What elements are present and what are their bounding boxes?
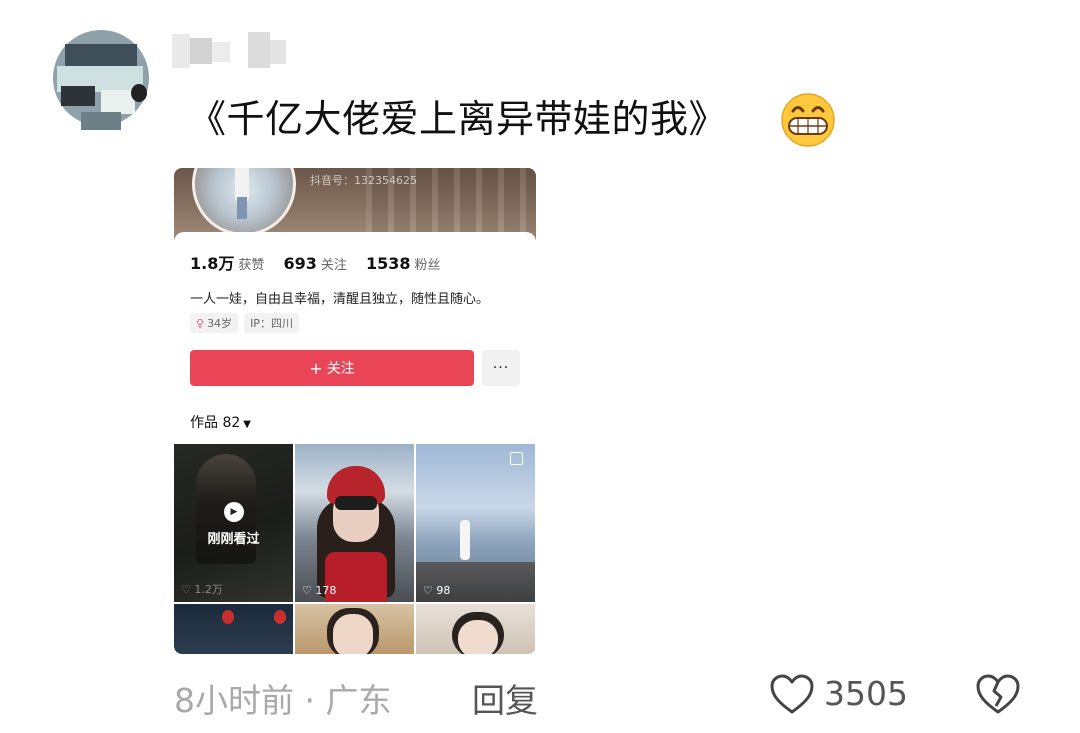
comment-time-location: 8小时前 · 广东 bbox=[174, 681, 392, 720]
followers-label: 粉丝 bbox=[414, 258, 441, 273]
profile-tags: ♀ 34岁 IP：四川 bbox=[190, 312, 305, 333]
broken-heart-icon[interactable] bbox=[974, 672, 1022, 716]
video-tile[interactable]: ♡ 178 bbox=[295, 444, 414, 602]
follow-label: 关注 bbox=[326, 361, 355, 377]
commenter-avatar[interactable] bbox=[45, 20, 155, 135]
video-tile[interactable] bbox=[295, 604, 414, 654]
video-tile[interactable]: ♡ 98 bbox=[416, 444, 535, 602]
profile-bio: 一人一娃，自由且幸福，清醒且独立，随性且随心。 bbox=[190, 292, 490, 307]
profile-card: 1.8万 获赞 693 关注 1538 粉丝 一人一娃，自由且幸福，清醒且独立，随性且… bbox=[174, 232, 536, 654]
ip-tag: IP：四川 bbox=[244, 313, 299, 333]
age-tag: ♀ 34岁 bbox=[190, 313, 239, 333]
video-tile[interactable]: ▶ 刚刚看过 ♡ 1.2万 bbox=[174, 444, 293, 602]
video-likes: ♡ 1.2万 bbox=[181, 583, 223, 596]
female-symbol-icon: ♀ bbox=[196, 317, 205, 330]
following-label: 关注 bbox=[320, 258, 347, 273]
video-likes: ♡ 178 bbox=[302, 584, 337, 597]
following-count: 693 bbox=[283, 254, 317, 273]
commenter-username[interactable] bbox=[172, 32, 290, 72]
like-count: 3505 bbox=[824, 674, 908, 713]
video-likes: ♡ 98 bbox=[423, 584, 451, 597]
likes-count: 1.8万 bbox=[190, 254, 235, 273]
likes-label: 获赞 bbox=[238, 258, 265, 273]
more-button[interactable]: ··· bbox=[482, 350, 520, 386]
multi-image-icon bbox=[510, 452, 523, 465]
works-label: 作品 82 bbox=[190, 415, 241, 431]
video-tile[interactable] bbox=[416, 604, 535, 654]
works-tab[interactable]: 作品 82 ▼ bbox=[190, 412, 251, 432]
play-icon: ▶ bbox=[224, 502, 244, 522]
video-tile[interactable] bbox=[174, 604, 293, 654]
followers-count: 1538 bbox=[365, 254, 411, 273]
recently-watched-label: 刚刚看过 bbox=[207, 532, 260, 547]
comment-text: 《千亿大佬爱上离异带娃的我》 bbox=[188, 97, 728, 141]
reply-button[interactable]: 回复 bbox=[472, 674, 538, 722]
profile-stats: 1.8万 获赞 693 关注 1538 粉丝 bbox=[190, 250, 455, 274]
caret-down-icon: ▼ bbox=[243, 419, 251, 430]
grinning-face-emoji bbox=[781, 93, 835, 147]
douyin-id: 抖音号：132354625 bbox=[310, 174, 417, 187]
attached-screenshot[interactable]: 抖音号：132354625 1.8万 获赞 693 关注 1538 粉丝 一人一娃，自… bbox=[174, 168, 536, 654]
follow-button[interactable]: + 关注 bbox=[190, 350, 474, 386]
plus-icon: + bbox=[309, 358, 323, 378]
heart-icon[interactable] bbox=[768, 672, 816, 716]
